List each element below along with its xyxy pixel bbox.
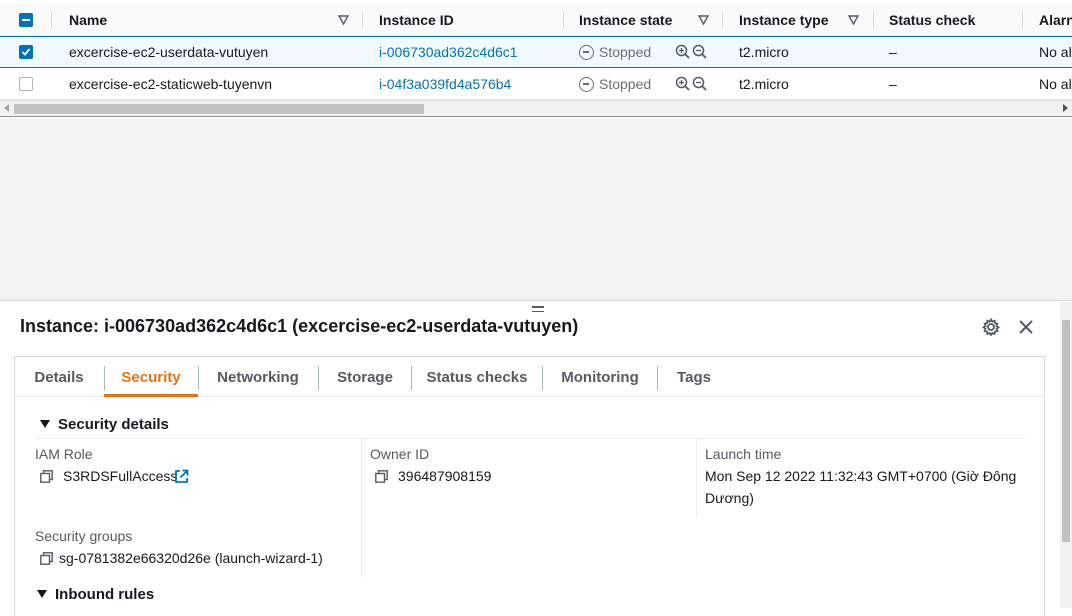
row-checkbox[interactable] xyxy=(19,45,33,59)
row-instance-id-link[interactable]: i-04f3a039fd4a576b4 xyxy=(379,69,511,99)
row-state: Stopped xyxy=(599,76,652,92)
column-divider xyxy=(361,438,362,578)
sort-caret-icon[interactable] xyxy=(848,15,859,25)
horizontal-scrollbar[interactable] xyxy=(0,100,1072,117)
external-link-icon[interactable] xyxy=(174,469,189,484)
panel-title: Instance: i-006730ad362c4d6c1 (excercise… xyxy=(20,316,579,336)
tab-tags[interactable]: Tags xyxy=(664,357,724,397)
row-alarm: No al xyxy=(1039,44,1072,60)
tab-details[interactable]: Details xyxy=(27,357,91,397)
empty-table-area xyxy=(0,118,1072,300)
launch-time-value: Mon Sep 12 2022 11:32:43 GMT+0700 (Giờ Đ… xyxy=(705,468,1017,484)
zoom-in-out-icon[interactable] xyxy=(675,44,707,60)
row-name: excercise-ec2-userdata-vutuyen xyxy=(69,44,269,60)
column-header-alarm[interactable]: Alarn xyxy=(1039,4,1072,36)
copy-icon[interactable] xyxy=(40,470,53,483)
security-group-link[interactable]: sg-0781382e66320d26e (launch-wizard-1) xyxy=(59,550,323,566)
column-header-status-check[interactable]: Status check xyxy=(889,4,975,36)
launch-time-label: Launch time xyxy=(705,446,782,462)
row-status-check: – xyxy=(889,44,897,60)
gear-icon[interactable] xyxy=(982,318,1000,336)
security-details-heading: Security details xyxy=(58,416,169,433)
inbound-rules-toggle[interactable]: Inbound rules xyxy=(37,586,154,603)
scroll-right-arrow-icon[interactable] xyxy=(1063,104,1068,112)
select-all-checkbox[interactable] xyxy=(19,13,33,27)
sort-caret-icon[interactable] xyxy=(338,15,349,25)
scroll-left-arrow-icon[interactable] xyxy=(4,104,9,112)
iam-role-label: IAM Role xyxy=(35,446,93,462)
instances-table: Name Instance ID Instance state Instance… xyxy=(0,0,1072,118)
tab-security[interactable]: Security xyxy=(104,357,198,397)
owner-id-value: 396487908159 xyxy=(398,468,492,484)
column-header-name[interactable]: Name xyxy=(69,4,107,36)
scrollbar-thumb[interactable] xyxy=(14,104,424,114)
row-instance-id-link[interactable]: i-006730ad362c4d6c1 xyxy=(379,37,518,67)
tab-networking[interactable]: Networking xyxy=(204,357,312,397)
security-groups-label: Security groups xyxy=(35,528,133,544)
stopped-icon xyxy=(579,77,594,92)
sort-caret-icon[interactable] xyxy=(698,15,709,25)
scrollbar-thumb[interactable] xyxy=(1062,320,1070,542)
copy-icon[interactable] xyxy=(40,552,53,565)
row-state: Stopped xyxy=(599,44,652,60)
table-row[interactable]: excercise-ec2-staticweb-tuyenvn i-04f3a0… xyxy=(0,68,1072,100)
column-header-instance-id[interactable]: Instance ID xyxy=(379,4,454,36)
iam-role-link[interactable]: S3RDSFullAccess xyxy=(63,468,177,484)
caret-down-icon xyxy=(37,590,47,598)
column-header-instance-state[interactable]: Instance state xyxy=(579,4,672,36)
table-header: Name Instance ID Instance state Instance… xyxy=(0,4,1072,36)
copy-icon[interactable] xyxy=(375,470,388,483)
vertical-scrollbar[interactable] xyxy=(1060,302,1072,608)
drag-handle-icon[interactable] xyxy=(532,306,544,314)
security-details-toggle[interactable]: Security details xyxy=(40,416,169,433)
column-header-instance-type[interactable]: Instance type xyxy=(739,4,828,36)
owner-id-label: Owner ID xyxy=(370,446,430,462)
column-divider xyxy=(696,438,697,518)
stopped-icon xyxy=(579,45,594,60)
launch-time-value-cont: Dương) xyxy=(705,490,754,506)
close-icon[interactable] xyxy=(1018,319,1034,335)
caret-down-icon xyxy=(40,420,50,428)
divider xyxy=(35,438,1025,439)
row-name: excercise-ec2-staticweb-tuyenvn xyxy=(69,76,273,92)
active-tab-indicator xyxy=(104,394,198,397)
table-row[interactable]: excercise-ec2-userdata-vutuyen i-006730a… xyxy=(0,36,1072,68)
tab-storage[interactable]: Storage xyxy=(324,357,406,397)
row-alarm: No al xyxy=(1039,76,1072,92)
row-type: t2.micro xyxy=(739,44,789,60)
inbound-rules-heading: Inbound rules xyxy=(55,586,155,603)
row-type: t2.micro xyxy=(739,76,789,92)
zoom-in-out-icon[interactable] xyxy=(675,76,707,92)
tab-status-checks[interactable]: Status checks xyxy=(418,357,536,397)
row-status-check: – xyxy=(889,76,897,92)
row-checkbox[interactable] xyxy=(19,77,33,91)
tab-monitoring[interactable]: Monitoring xyxy=(548,357,652,397)
